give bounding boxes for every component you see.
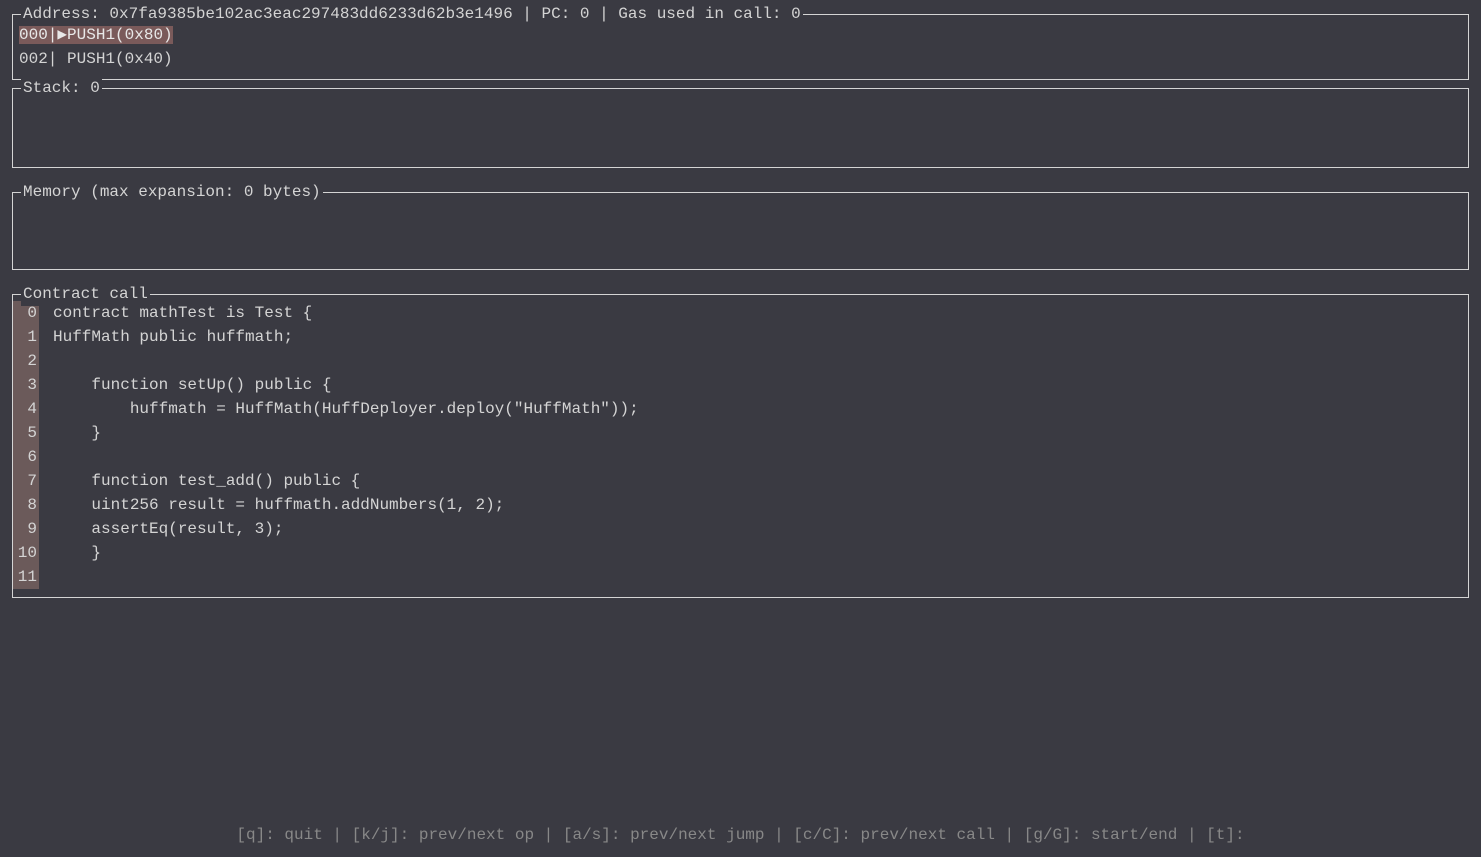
line-number: 5	[13, 421, 39, 445]
stack-panel-title: Stack: 0	[21, 76, 102, 100]
line-text	[39, 349, 53, 373]
memory-panel: Memory (max expansion: 0 bytes)	[12, 192, 1469, 270]
opcode-current: 000|▶PUSH1(0x80)	[19, 26, 173, 44]
memory-panel-title: Memory (max expansion: 0 bytes)	[21, 180, 323, 204]
stack-body	[13, 93, 1468, 97]
line-number: 7	[13, 469, 39, 493]
line-text: assertEq(result, 3);	[39, 517, 283, 541]
line-number: 1	[13, 325, 39, 349]
line-text	[39, 565, 53, 589]
contract-call-panel: Contract call 0contract mathTest is Test…	[12, 294, 1469, 598]
code-line: 4 huffmath = HuffMath(HuffDeployer.deplo…	[13, 397, 1468, 421]
code-line: 9 assertEq(result, 3);	[13, 517, 1468, 541]
address-panel-title: Address: 0x7fa9385be102ac3eac297483dd623…	[21, 2, 803, 26]
line-number: 8	[13, 493, 39, 517]
line-text: function setUp() public {	[39, 373, 331, 397]
line-text	[39, 445, 53, 469]
contract-code: 0contract mathTest is Test {1HuffMath pu…	[13, 299, 1468, 589]
line-number: 11	[13, 565, 39, 589]
line-text: HuffMath public huffmath;	[39, 325, 293, 349]
line-text: }	[39, 541, 101, 565]
line-text: huffmath = HuffMath(HuffDeployer.deploy(…	[39, 397, 639, 421]
code-line: 8 uint256 result = huffmath.addNumbers(1…	[13, 493, 1468, 517]
opcode-list: 000|▶PUSH1(0x80) 002| PUSH1(0x40)	[13, 19, 1468, 71]
contract-call-title: Contract call	[21, 282, 150, 306]
code-line: 2	[13, 349, 1468, 373]
line-number: 2	[13, 349, 39, 373]
opcode-line: 000|▶PUSH1(0x80)	[19, 23, 1462, 47]
address-panel: Address: 0x7fa9385be102ac3eac297483dd623…	[12, 14, 1469, 80]
code-line: 5 }	[13, 421, 1468, 445]
line-text: }	[39, 421, 101, 445]
code-line: 11	[13, 565, 1468, 589]
line-number: 6	[13, 445, 39, 469]
line-number: 4	[13, 397, 39, 421]
line-number: 9	[13, 517, 39, 541]
line-number: 10	[13, 541, 39, 565]
stack-panel: Stack: 0	[12, 88, 1469, 168]
code-line: 6	[13, 445, 1468, 469]
line-number: 3	[13, 373, 39, 397]
opcode: 002| PUSH1(0x40)	[19, 50, 173, 68]
opcode-line: 002| PUSH1(0x40)	[19, 47, 1462, 71]
code-line: 3 function setUp() public {	[13, 373, 1468, 397]
code-line: 0contract mathTest is Test {	[13, 301, 1468, 325]
code-line: 10 }	[13, 541, 1468, 565]
code-line: 7 function test_add() public {	[13, 469, 1468, 493]
code-line: 1HuffMath public huffmath;	[13, 325, 1468, 349]
line-text: function test_add() public {	[39, 469, 360, 493]
line-text: uint256 result = huffmath.addNumbers(1, …	[39, 493, 504, 517]
keybind-footer: [q]: quit | [k/j]: prev/next op | [a/s]:…	[0, 823, 1481, 847]
